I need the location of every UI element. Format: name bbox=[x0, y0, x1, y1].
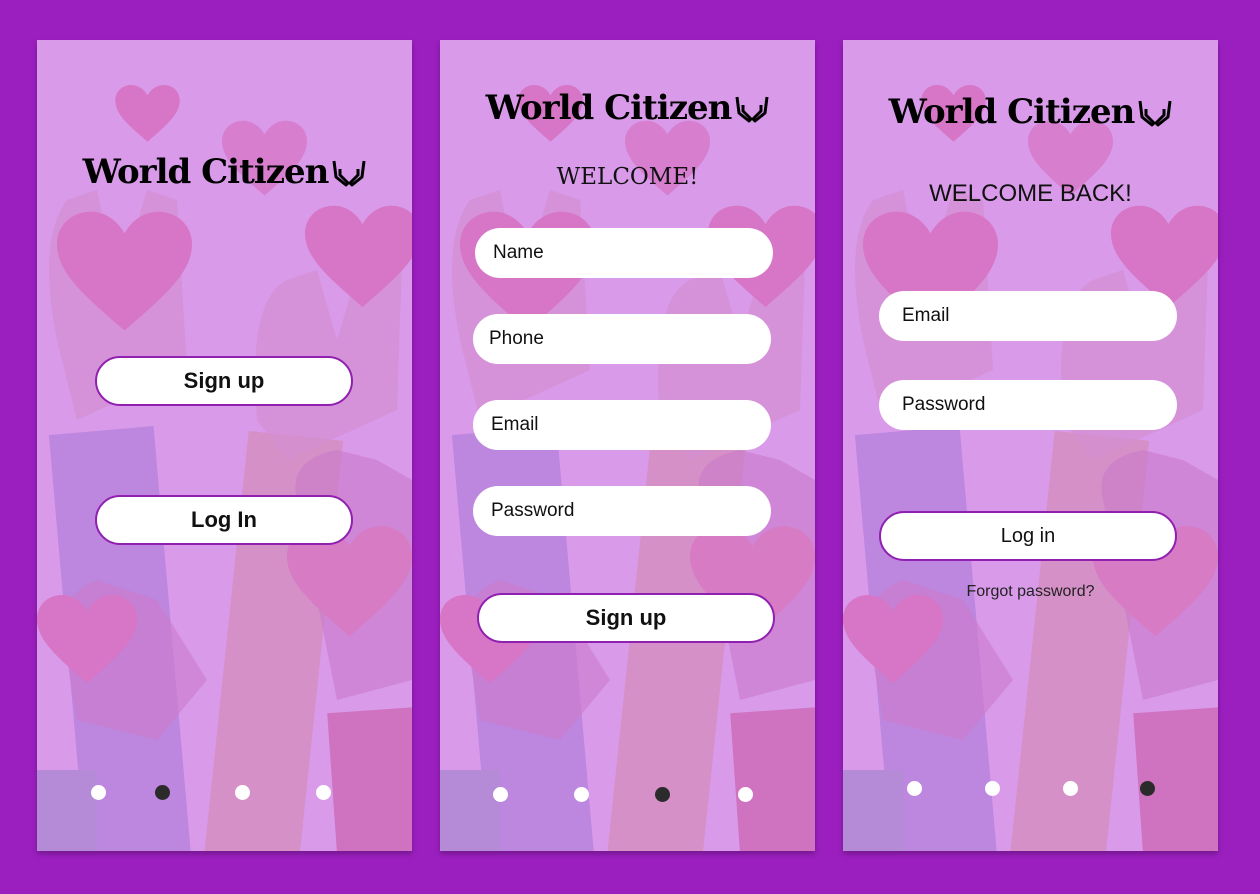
page-dot-active[interactable] bbox=[155, 785, 170, 800]
page-dot[interactable] bbox=[1063, 781, 1078, 796]
login-button[interactable]: Log In bbox=[95, 495, 353, 545]
background-illustration bbox=[843, 40, 1218, 851]
app-logo: World Citizen bbox=[440, 88, 815, 128]
email-field[interactable] bbox=[879, 291, 1177, 341]
page-dot[interactable] bbox=[985, 781, 1000, 796]
page-dot[interactable] bbox=[738, 787, 753, 802]
page-dot[interactable] bbox=[316, 785, 331, 800]
welcome-back-heading: WELCOME BACK! bbox=[929, 180, 1132, 207]
page-dot-active[interactable] bbox=[655, 787, 670, 802]
signup-button[interactable]: Sign up bbox=[95, 356, 353, 406]
forgot-password-link[interactable]: Forgot password? bbox=[843, 583, 1218, 601]
hands-icon bbox=[1138, 99, 1172, 129]
name-field[interactable] bbox=[475, 228, 773, 278]
hands-icon bbox=[735, 95, 769, 125]
login-screen: World Citizen WELCOME BACK! Log in Forgo… bbox=[843, 40, 1218, 851]
logo-text: World Citizen bbox=[82, 152, 330, 192]
page-dot[interactable] bbox=[907, 781, 922, 796]
app-logo: World Citizen bbox=[37, 152, 412, 192]
welcome-heading: WELCOME! bbox=[556, 164, 699, 190]
signup-screen: World Citizen WELCOME! Sign up bbox=[440, 40, 815, 851]
signup-submit-button[interactable]: Sign up bbox=[477, 593, 775, 643]
page-dot[interactable] bbox=[574, 787, 589, 802]
logo-text: World Citizen bbox=[485, 88, 733, 128]
splash-screen: World Citizen Sign up Log In bbox=[37, 40, 412, 851]
login-submit-button[interactable]: Log in bbox=[879, 511, 1177, 561]
logo-text: World Citizen bbox=[888, 92, 1136, 132]
email-field[interactable] bbox=[473, 400, 771, 450]
page-dot[interactable] bbox=[91, 785, 106, 800]
hands-icon bbox=[332, 159, 366, 189]
page-dot[interactable] bbox=[493, 787, 508, 802]
app-logo: World Citizen bbox=[843, 92, 1218, 132]
page-dot-active[interactable] bbox=[1140, 781, 1155, 796]
password-field[interactable] bbox=[879, 380, 1177, 430]
phone-field[interactable] bbox=[473, 314, 771, 364]
password-field[interactable] bbox=[473, 486, 771, 536]
page-dot[interactable] bbox=[235, 785, 250, 800]
